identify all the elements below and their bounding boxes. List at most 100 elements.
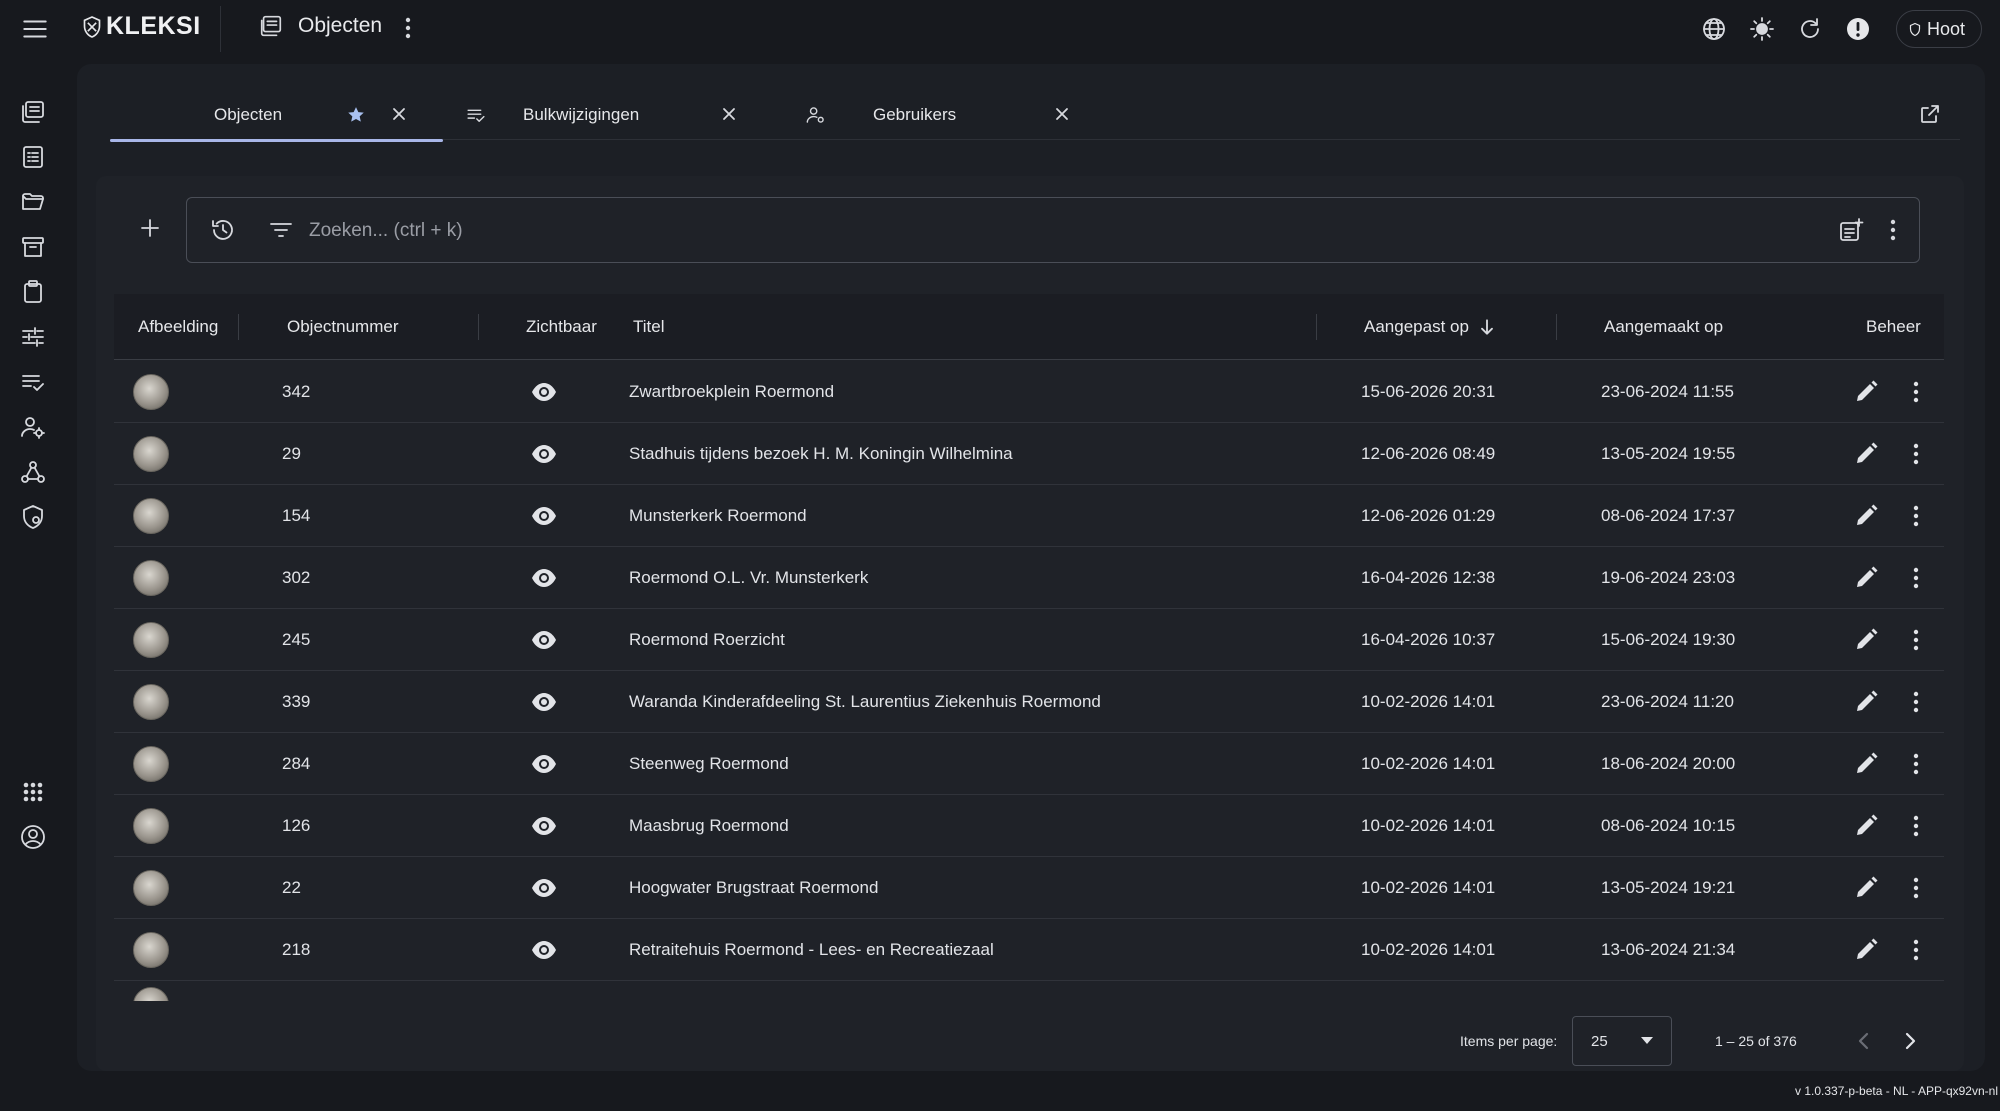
- theme-sun-icon[interactable]: [1738, 10, 1786, 48]
- chevron-right-icon[interactable]: [1896, 1027, 1924, 1055]
- rail-user-gear-icon[interactable]: [19, 413, 47, 441]
- row-more-icon[interactable]: [1902, 795, 1930, 857]
- close-icon[interactable]: [1050, 102, 1074, 126]
- hamburger-menu-icon[interactable]: [20, 14, 50, 44]
- add-note-icon[interactable]: [1837, 216, 1865, 244]
- column-header-afbeelding[interactable]: Afbeelding: [138, 294, 218, 360]
- edit-pencil-icon[interactable]: [1852, 671, 1880, 733]
- object-thumbnail[interactable]: [133, 684, 169, 720]
- filter-icon[interactable]: [267, 216, 295, 244]
- rail-network-icon[interactable]: [19, 458, 47, 486]
- row-more-icon[interactable]: [1902, 547, 1930, 609]
- user-menu-button[interactable]: Hoot: [1895, 10, 1982, 48]
- edit-pencil-icon[interactable]: [1852, 547, 1880, 609]
- object-thumbnail[interactable]: [133, 374, 169, 410]
- history-icon[interactable]: [209, 216, 237, 244]
- rail-shield-lock-icon[interactable]: [19, 503, 47, 531]
- object-thumbnail[interactable]: [133, 622, 169, 658]
- edit-pencil-icon[interactable]: [1852, 733, 1880, 795]
- table-row[interactable]: 342 Zwartbroekplein Roermond 15-06-2026 …: [114, 361, 1944, 423]
- rail-sliders-icon[interactable]: [19, 323, 47, 351]
- module-more-icon[interactable]: [394, 14, 422, 42]
- items-per-page-select[interactable]: 25: [1572, 1016, 1672, 1066]
- table-row[interactable]: 339 Waranda Kinderafdeeling St. Laurenti…: [114, 671, 1944, 733]
- object-thumbnail[interactable]: [133, 436, 169, 472]
- search-input[interactable]: [309, 214, 1709, 248]
- edit-pencil-icon[interactable]: [1852, 919, 1880, 981]
- table-row[interactable]: 302 Roermond O.L. Vr. Munsterkerk 16-04-…: [114, 547, 1944, 609]
- table-row[interactable]: 284 Steenweg Roermond 10-02-2026 14:01 1…: [114, 733, 1944, 795]
- open-external-icon[interactable]: [1918, 102, 1942, 126]
- table-row[interactable]: 245 Roermond Roerzicht 16-04-2026 10:37 …: [114, 609, 1944, 671]
- column-header-aangepast-op[interactable]: Aangepast op: [1364, 294, 1497, 360]
- object-thumbnail[interactable]: [133, 746, 169, 782]
- row-more-icon[interactable]: [1902, 423, 1930, 485]
- visible-eye-icon[interactable]: [530, 423, 558, 485]
- column-header-label: Aangepast op: [1364, 317, 1469, 336]
- table-row[interactable]: 218 Retraitehuis Roermond - Lees- en Rec…: [114, 919, 1944, 981]
- add-icon[interactable]: [136, 214, 164, 242]
- column-divider[interactable]: [1316, 314, 1317, 340]
- edit-pencil-icon[interactable]: [1852, 795, 1880, 857]
- row-more-icon[interactable]: [1902, 485, 1930, 547]
- row-more-icon[interactable]: [1902, 609, 1930, 671]
- rail-archive-icon[interactable]: [19, 233, 47, 261]
- object-thumbnail[interactable]: [133, 560, 169, 596]
- column-header-aangemaakt-op[interactable]: Aangemaakt op: [1604, 294, 1723, 360]
- rail-objects-icon[interactable]: [19, 98, 47, 126]
- column-divider[interactable]: [238, 314, 239, 340]
- table-row[interactable]: 154 Munsterkerk Roermond 12-06-2026 01:2…: [114, 485, 1944, 547]
- edit-pencil-icon[interactable]: [1852, 485, 1880, 547]
- edit-pencil-icon[interactable]: [1852, 423, 1880, 485]
- star-icon[interactable]: [346, 105, 366, 125]
- column-header-objectnummer[interactable]: Objectnummer: [287, 294, 398, 360]
- tab-gebruikers[interactable]: Gebruikers: [805, 90, 1138, 140]
- visible-eye-icon[interactable]: [530, 795, 558, 857]
- visible-eye-icon[interactable]: [530, 485, 558, 547]
- close-icon[interactable]: [387, 102, 411, 126]
- rail-apps-grid-icon[interactable]: [19, 778, 47, 806]
- tab-bulkwijzigingen[interactable]: Bulkwijzigingen: [465, 90, 798, 140]
- table-row[interactable]: 29 Stadhuis tijdens bezoek H. M. Koningi…: [114, 423, 1944, 485]
- visible-eye-icon[interactable]: [530, 857, 558, 919]
- object-thumbnail[interactable]: [133, 498, 169, 534]
- object-number: 284: [282, 754, 311, 773]
- chevron-left-icon[interactable]: [1850, 1027, 1878, 1055]
- edit-pencil-icon[interactable]: [1852, 361, 1880, 423]
- object-thumbnail[interactable]: [133, 808, 169, 844]
- refresh-icon[interactable]: [1786, 10, 1834, 48]
- column-divider[interactable]: [1556, 314, 1557, 340]
- language-globe-icon[interactable]: [1690, 10, 1738, 48]
- row-more-icon[interactable]: [1902, 671, 1930, 733]
- search-more-icon[interactable]: [1879, 216, 1907, 244]
- object-thumbnail[interactable]: [133, 870, 169, 906]
- rail-folder-icon[interactable]: [19, 188, 47, 216]
- visible-eye-icon[interactable]: [530, 733, 558, 795]
- table-row[interactable]: 22 Hoogwater Brugstraat Roermond 10-02-2…: [114, 857, 1944, 919]
- rail-account-icon[interactable]: [19, 823, 47, 851]
- sort-arrow-down-icon: [1481, 319, 1493, 335]
- edit-pencil-icon[interactable]: [1852, 609, 1880, 671]
- edit-pencil-icon[interactable]: [1852, 857, 1880, 919]
- object-thumbnail[interactable]: [133, 932, 169, 968]
- app-logo[interactable]: KLEKSI: [82, 12, 201, 41]
- rail-playlist-check-icon[interactable]: [19, 368, 47, 396]
- column-header-titel[interactable]: Titel: [633, 294, 665, 360]
- visible-eye-icon[interactable]: [530, 547, 558, 609]
- row-more-icon[interactable]: [1902, 361, 1930, 423]
- visible-eye-icon[interactable]: [530, 609, 558, 671]
- visible-eye-icon[interactable]: [530, 919, 558, 981]
- close-icon[interactable]: [717, 102, 741, 126]
- alert-icon[interactable]: [1834, 10, 1882, 48]
- rail-clipboard-icon[interactable]: [19, 278, 47, 306]
- table-row[interactable]: 126 Maasbrug Roermond 10-02-2026 14:01 0…: [114, 795, 1944, 857]
- row-more-icon[interactable]: [1902, 919, 1930, 981]
- rail-list-icon[interactable]: [19, 143, 47, 171]
- column-header-zichtbaar[interactable]: Zichtbaar: [526, 294, 597, 360]
- row-more-icon[interactable]: [1902, 857, 1930, 919]
- visible-eye-icon[interactable]: [530, 361, 558, 423]
- tab-objecten[interactable]: Objecten: [110, 90, 443, 142]
- column-divider[interactable]: [478, 314, 479, 340]
- visible-eye-icon[interactable]: [530, 671, 558, 733]
- row-more-icon[interactable]: [1902, 733, 1930, 795]
